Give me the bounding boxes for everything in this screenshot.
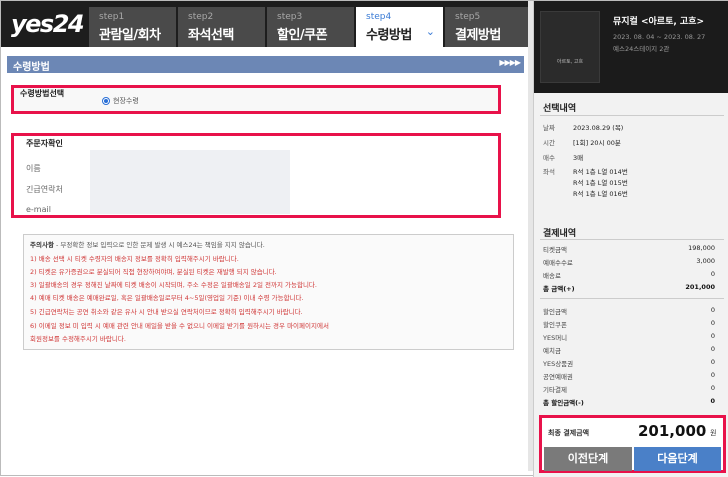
- receive-method-box: 수령방법선택 현장수령: [11, 85, 501, 114]
- show-info-header: 아르토, 고흐 뮤지컬 <아르토, 고흐> 2023. 08. 04 ~ 202…: [534, 1, 728, 93]
- step-number: step1: [99, 12, 125, 22]
- total-value: 201,000: [685, 283, 715, 291]
- redacted-buyer-info: [90, 150, 290, 214]
- buyer-heading: 주문자확인: [26, 139, 63, 148]
- final-amount-value: 201,000: [638, 422, 707, 440]
- receive-heading: 수령방법선택: [20, 89, 65, 98]
- step-header: yes24 step1 관람일/회차 step2 좌석선택 step3 할인/쿠…: [1, 1, 531, 47]
- step-label: 좌석선택: [188, 28, 234, 43]
- deposit-value: 0: [710, 345, 715, 353]
- ticket-price-label: 티켓금액: [543, 246, 567, 254]
- booking-window: yes24 step1 관람일/회차 step2 좌석선택 step3 할인/쿠…: [0, 0, 728, 477]
- date-label: 날짜: [543, 124, 555, 132]
- step-number: step2: [188, 12, 214, 22]
- coupon-value: 0: [710, 319, 715, 327]
- divider: [540, 298, 724, 299]
- order-summary-panel: 아르토, 고흐 뮤지컬 <아르토, 고흐> 2023. 08. 04 ~ 202…: [533, 1, 728, 477]
- notice-item: 6) 이메일 정보 미 입력 시 예매 관련 안내 메일을 받을 수 없으니 이…: [30, 322, 329, 330]
- yes24-logo[interactable]: yes24: [11, 10, 85, 38]
- total-discount-label: 총 할인금액(-): [543, 399, 584, 407]
- step-number: step4: [366, 12, 392, 22]
- currency-unit: 원: [710, 429, 717, 437]
- notice-item: 5) 긴급연락처는 공연 취소와 같은 유사 시 안내 받으실 연락처이므로 정…: [30, 308, 303, 316]
- step-label: 수령방법: [366, 28, 412, 43]
- voucher-value: 0: [710, 371, 715, 379]
- notice-item: 회원정보를 수정해주시기 바랍니다.: [30, 335, 126, 343]
- seat-label: 좌석: [543, 168, 555, 176]
- section-title: 수령방법: [13, 62, 50, 73]
- notice-item: 2) 티켓은 유가증권으로 분실되어 직접 현장하여야며, 분실된 티켓은 재발…: [30, 268, 277, 276]
- notice-item: 3) 일괄배송의 경우 정해진 날짜에 티켓 배송이 시작되며, 주소 수정은 …: [30, 281, 317, 289]
- tab-step5[interactable]: step5 결제방법: [445, 7, 531, 47]
- final-payment-box: 최종 결제금액 201,000 원 이전단계 다음단계: [539, 415, 726, 473]
- payment-heading: 결제내역: [543, 229, 577, 239]
- total-discount-value: 0: [710, 397, 715, 405]
- show-dates: 2023. 08. 04 ~ 2023. 08. 27: [613, 33, 706, 41]
- chevron-down-icon: ⌄: [425, 25, 435, 38]
- notice-item: 1) 배송 선택 시 티켓 수령자의 배송지 정보를 정확히 입력해주시기 바랍…: [30, 255, 239, 263]
- coupon-label: 할인쿠폰: [543, 321, 567, 329]
- poster-text: 아르토, 고흐: [556, 59, 584, 65]
- voucher-label: 공연예매권: [543, 373, 573, 381]
- date-value: 2023.08.29 (목): [573, 124, 624, 132]
- phone-label: 긴급연락처: [26, 185, 63, 194]
- other-payment-value: 0: [710, 384, 715, 392]
- notice-box: 주의사항 - 부정확한 정보 입력으로 인한 문제 발생 시 예스24는 책임을…: [23, 234, 514, 350]
- fee-value: 3,000: [696, 257, 715, 265]
- yesmoney-label: YES머니: [543, 334, 568, 342]
- buyer-info-box: 주문자확인 이름 긴급연락처 e-mail: [11, 133, 501, 218]
- next-step-button[interactable]: 다음단계: [634, 447, 721, 471]
- selection-heading: 선택내역: [543, 104, 577, 114]
- giftcard-value: 0: [710, 358, 715, 366]
- fee-label: 예매수수료: [543, 259, 573, 267]
- arrows-icon: ▶▶▶▶: [499, 58, 521, 67]
- tab-step3[interactable]: step3 할인/쿠폰: [267, 7, 355, 47]
- shipping-value: 0: [710, 270, 715, 278]
- onsite-pickup-label[interactable]: 현장수령: [113, 96, 139, 106]
- step-label: 관람일/회차: [99, 28, 161, 43]
- prev-step-button[interactable]: 이전단계: [544, 447, 632, 471]
- deposit-label: 예치금: [543, 347, 561, 355]
- count-label: 매수: [543, 154, 555, 162]
- final-amount-label: 최종 결제금액: [548, 429, 590, 437]
- show-venue: 예스24스테이지 2관: [613, 45, 670, 53]
- seat-value: R석 1층 L열 014번: [573, 168, 628, 176]
- divider: [540, 239, 724, 240]
- poster-image: 아르토, 고흐: [540, 11, 600, 83]
- notice-title: 주의사항: [30, 241, 54, 249]
- other-payment-label: 기타결제: [543, 386, 567, 394]
- count-value: 3매: [573, 154, 584, 162]
- step-number: step3: [277, 12, 303, 22]
- giftcard-label: YES상품권: [543, 360, 574, 368]
- shipping-label: 배송료: [543, 272, 561, 280]
- tab-step4[interactable]: step4 수령방법 ⌄: [356, 7, 444, 47]
- discount-label: 할인금액: [543, 308, 567, 316]
- ticket-price-value: 198,000: [688, 244, 715, 252]
- step-label: 할인/쿠폰: [277, 28, 328, 43]
- section-title-bar: 수령방법 ▶▶▶▶: [7, 56, 524, 73]
- time-value: [1회] 20시 00분: [573, 139, 621, 147]
- notice-intro-text: - 부정확한 정보 입력으로 인한 문제 발생 시 예스24는 책임을 지지 않…: [53, 241, 265, 249]
- onsite-pickup-radio[interactable]: [102, 97, 110, 105]
- time-label: 시간: [543, 139, 555, 147]
- yesmoney-value: 0: [710, 332, 715, 340]
- seat-value: R석 1층 L열 015번: [573, 179, 628, 187]
- step-label: 결제방법: [455, 28, 501, 43]
- name-label: 이름: [26, 164, 41, 173]
- step-number: step5: [455, 12, 481, 22]
- seat-value: R석 1층 L열 016번: [573, 190, 628, 198]
- tab-step2[interactable]: step2 좌석선택: [178, 7, 266, 47]
- tab-step1[interactable]: step1 관람일/회차: [89, 7, 177, 47]
- email-label: e-mail: [26, 205, 51, 214]
- total-label: 총 금액(+): [543, 285, 575, 293]
- notice-intro: 주의사항 - 부정확한 정보 입력으로 인한 문제 발생 시 예스24는 책임을…: [30, 239, 265, 249]
- notice-item: 4) 예매 티켓 배송은 예매완료일, 혹은 일괄배송일로부터 4~5일(영업일…: [30, 294, 304, 302]
- discount-value: 0: [710, 306, 715, 314]
- divider: [540, 115, 724, 116]
- show-title: 뮤지컬 <아르토, 고흐>: [613, 17, 705, 27]
